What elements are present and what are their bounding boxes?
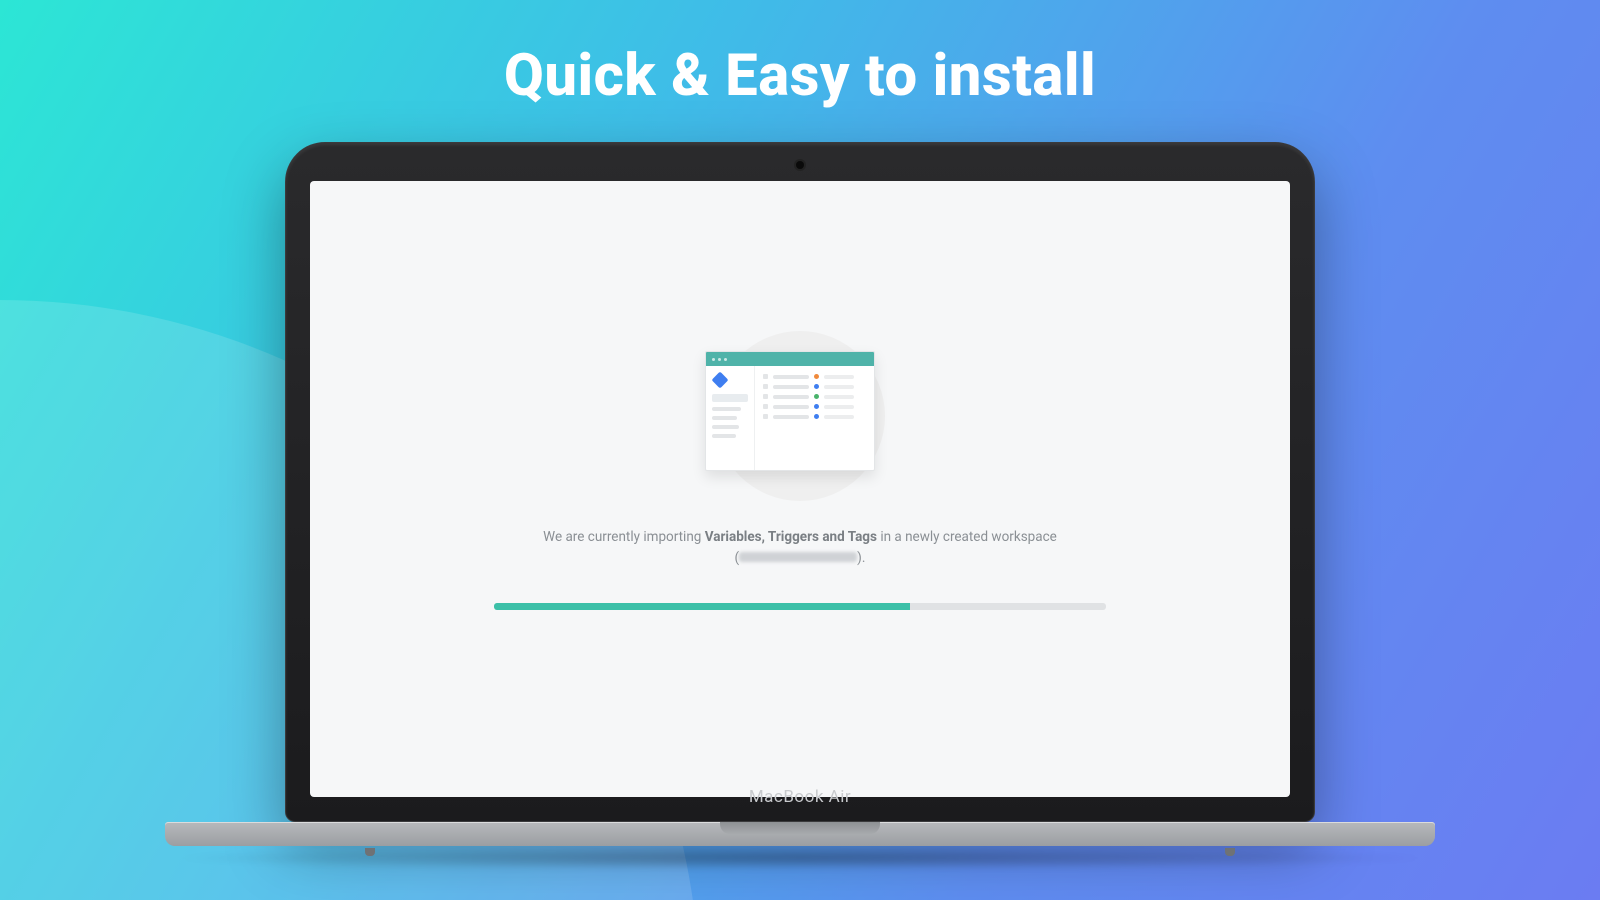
headline: Quick & Easy to install (0, 42, 1600, 110)
import-progress-view: We are currently importing Variables, Tr… (310, 181, 1290, 797)
status-suffix: ). (857, 550, 865, 566)
promo-slide: Quick & Easy to install MacBook Air (0, 0, 1600, 900)
laptop-foot (1225, 848, 1235, 856)
import-illustration (700, 331, 900, 501)
laptop-foot (365, 848, 375, 856)
illustration-titlebar (706, 352, 874, 366)
laptop-lid: MacBook Air (285, 142, 1315, 822)
laptop-base (165, 822, 1435, 860)
status-message: We are currently importing Variables, Tr… (540, 527, 1060, 569)
status-dot-icon (814, 414, 819, 419)
illustration-sidebar (706, 366, 754, 470)
status-dot-icon (814, 384, 819, 389)
status-dot-icon (814, 404, 819, 409)
status-dot-icon (814, 374, 819, 379)
camera-dot-icon (796, 161, 804, 169)
illustration-rows (754, 366, 874, 470)
status-prefix: We are currently importing (543, 529, 705, 545)
device-label: MacBook Air (286, 787, 1314, 807)
status-strong: Variables, Triggers and Tags (705, 529, 877, 545)
laptop-screen: We are currently importing Variables, Tr… (310, 181, 1290, 797)
workspace-name-redacted (739, 552, 857, 562)
progress-bar (494, 603, 1106, 610)
trackpad-notch (720, 822, 880, 834)
progress-fill (494, 603, 910, 610)
illustration-panel (705, 351, 875, 471)
tag-manager-icon (712, 372, 729, 389)
status-dot-icon (814, 394, 819, 399)
laptop-mockup: MacBook Air (285, 142, 1315, 822)
